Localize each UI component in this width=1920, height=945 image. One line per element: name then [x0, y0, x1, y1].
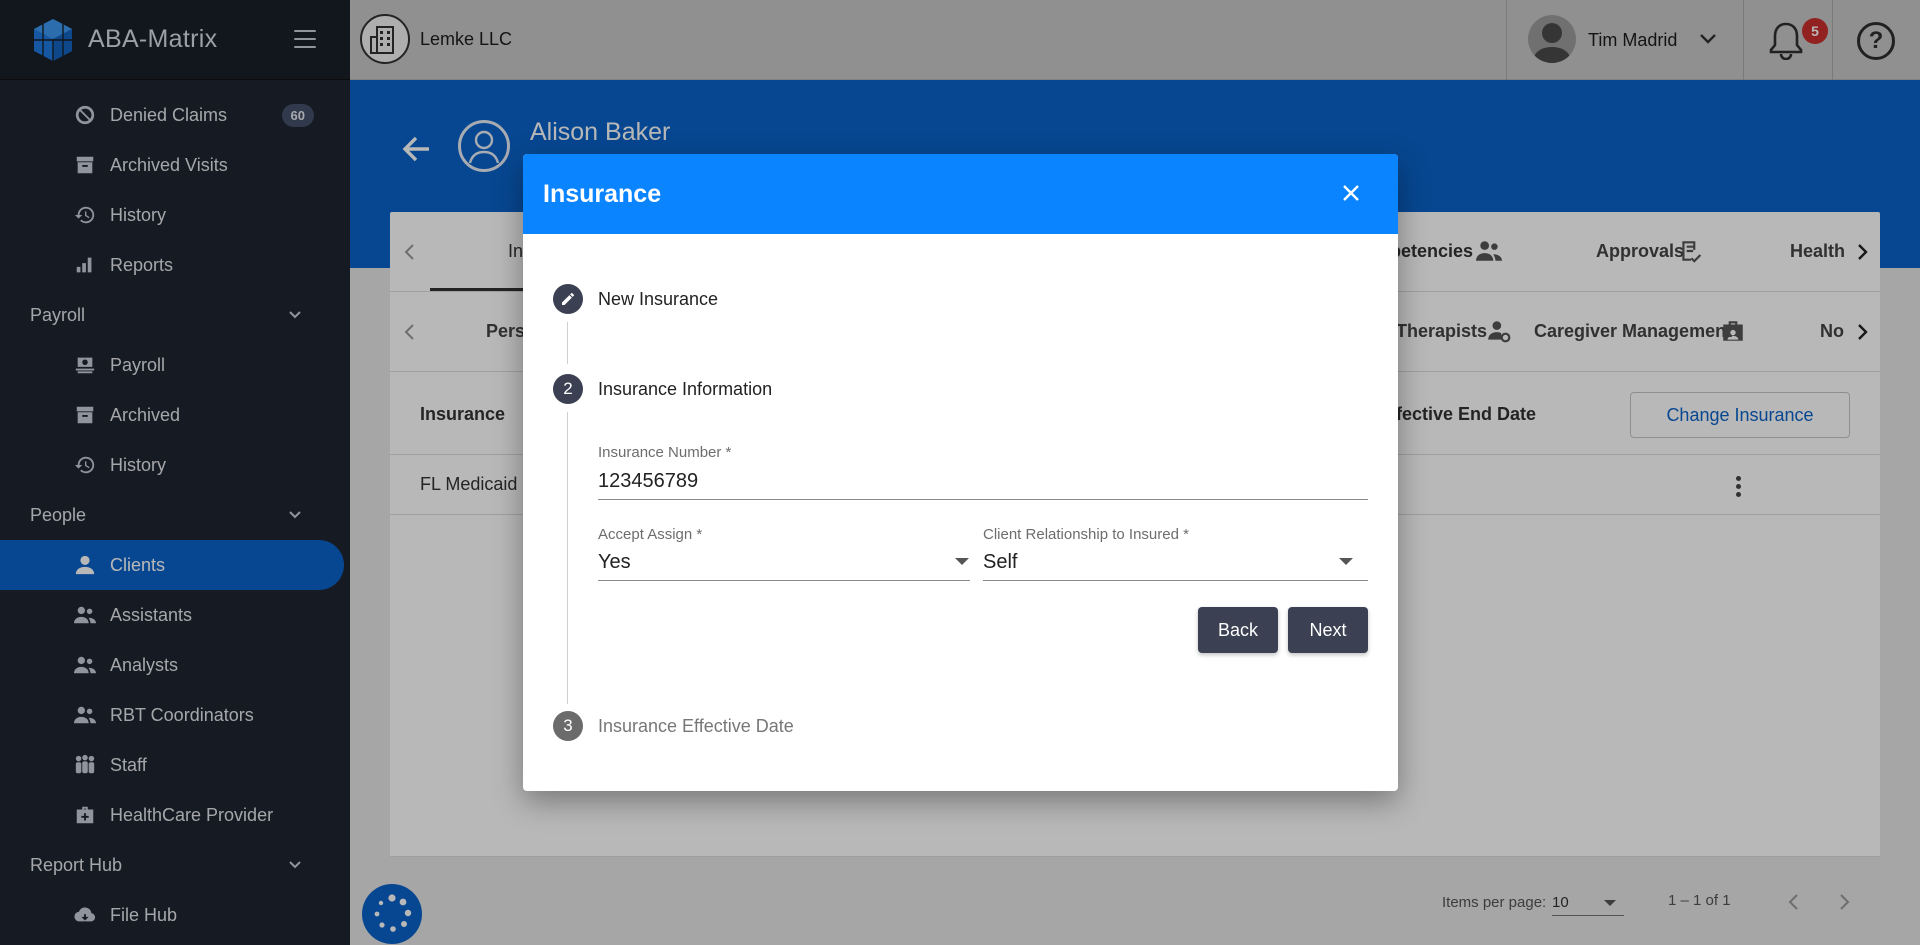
- close-icon[interactable]: [1340, 182, 1362, 204]
- step-3-label[interactable]: Insurance Effective Date: [598, 716, 794, 737]
- step-2-number[interactable]: 2: [553, 374, 583, 404]
- step-2-label[interactable]: Insurance Information: [598, 379, 772, 400]
- step-connector: [567, 412, 568, 704]
- caret-down-icon[interactable]: [955, 558, 969, 565]
- step-3-number[interactable]: 3: [553, 711, 583, 741]
- next-button[interactable]: Next: [1288, 607, 1368, 653]
- client-relationship-select[interactable]: Self: [983, 551, 1017, 574]
- accept-assign-select[interactable]: Yes: [598, 551, 631, 574]
- client-relationship-label: Client Relationship to Insured *: [983, 526, 1189, 543]
- field-underline: [598, 499, 1368, 500]
- dialog-header: Insurance: [523, 154, 1398, 234]
- field-underline: [983, 580, 1368, 581]
- back-button[interactable]: Back: [1198, 607, 1278, 653]
- insurance-number-input[interactable]: 123456789: [598, 470, 698, 493]
- field-underline: [598, 580, 970, 581]
- caret-down-icon[interactable]: [1339, 558, 1353, 565]
- accept-assign-label: Accept Assign *: [598, 526, 703, 543]
- step-1-label[interactable]: New Insurance: [598, 289, 718, 310]
- step-connector: [567, 322, 568, 364]
- insurance-dialog: Insurance New Insurance 2 Insurance Info…: [523, 154, 1398, 791]
- step-1-edit-icon[interactable]: [553, 284, 583, 314]
- insurance-number-label: Insurance Number *: [598, 444, 732, 461]
- dialog-title: Insurance: [543, 180, 662, 208]
